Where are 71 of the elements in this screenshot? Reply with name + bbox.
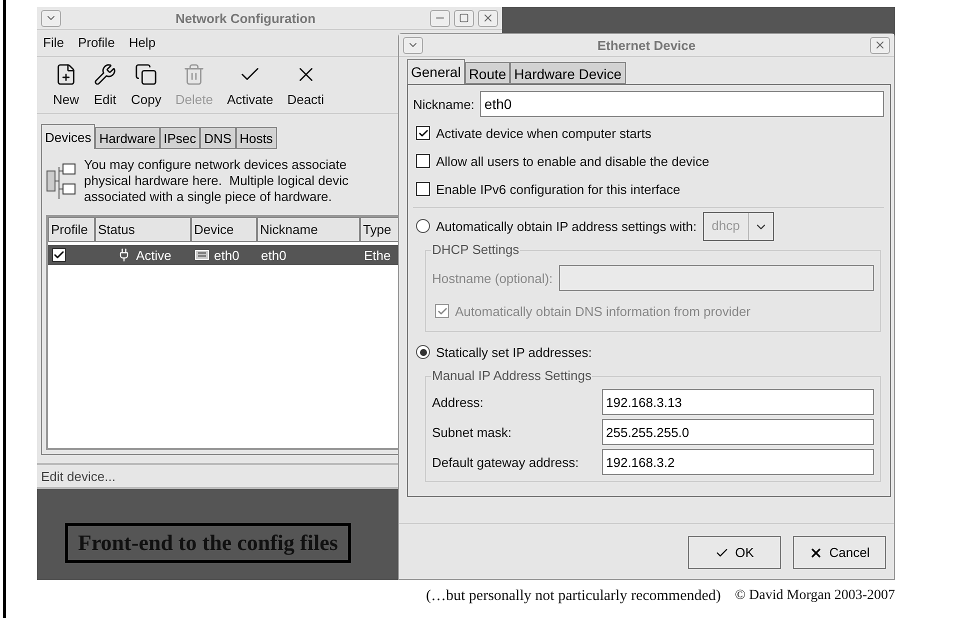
checkbox-label: Allow all users to enable and disable the device (436, 154, 710, 168)
field-label: Subnet mask: (432, 424, 512, 440)
checkbox[interactable] (416, 154, 430, 168)
toolbar-button[interactable]: Copy (125, 61, 168, 109)
checkbox-label: Automatically obtain DNS information from provider (455, 304, 751, 318)
status-text: Active (136, 248, 172, 262)
trash-icon (182, 63, 206, 86)
radio-label: Automatically obtain IP address settings with: (436, 218, 697, 234)
field-label: Address: (432, 394, 484, 410)
menu-item[interactable]: File (43, 35, 64, 51)
nickname-field[interactable]: eth0 (480, 91, 884, 117)
column-header[interactable]: Nickname (257, 217, 360, 242)
tab[interactable]: Hosts (236, 127, 277, 149)
cancel-button[interactable]: Cancel (793, 536, 886, 569)
menu-item[interactable]: Help (128, 35, 156, 51)
copyright-text: © David Morgan 2003-2007 (734, 588, 895, 605)
tab[interactable]: Hardware (95, 127, 160, 149)
field-label: Hostname (optional): (432, 270, 553, 286)
ip-field[interactable]: 255.255.255.0 (602, 419, 874, 445)
checkbox[interactable] (416, 182, 430, 196)
checkbox-label: Activate device when computer starts (436, 126, 652, 140)
radio-button[interactable] (416, 219, 430, 233)
close-icon (809, 546, 824, 560)
type-text: Ethe (364, 248, 391, 262)
dialog-title: Ethernet Device (596, 38, 697, 52)
info-text: physical hardware here. Multiple logical devic (84, 173, 348, 189)
tab[interactable]: Route (464, 62, 510, 84)
info-text: You may configure network devices associate (84, 157, 348, 173)
nickname-text: eth0 (261, 248, 286, 262)
field-label: Nickname: (413, 96, 474, 112)
checkbox[interactable] (416, 126, 430, 140)
tab[interactable]: DNS (200, 127, 236, 149)
maximize-icon[interactable] (454, 10, 474, 26)
window-menu-icon[interactable] (403, 36, 423, 54)
tab[interactable]: Hardware Device (510, 62, 626, 84)
toolbar-button[interactable]: Deacti (281, 61, 330, 109)
group-title: DHCP Settings (431, 242, 520, 257)
close-icon[interactable] (478, 10, 498, 26)
tab[interactable]: IPsec (160, 127, 200, 149)
ip-field[interactable]: 192.168.3.13 (602, 389, 874, 415)
minimize-icon[interactable] (430, 10, 450, 26)
toolbar-button[interactable]: New (47, 61, 86, 109)
callout-text: Front-end to the config files (65, 523, 351, 563)
menu-item[interactable]: Profile (78, 35, 115, 51)
check-icon (418, 128, 428, 138)
device-text: eth0 (214, 248, 240, 262)
group-title: Manual IP Address Settings (431, 368, 592, 383)
close-icon[interactable] (870, 36, 890, 54)
footer-note: (…but personally not particularly recommended) (426, 588, 721, 605)
check-icon (436, 306, 448, 316)
radio-label: Statically set IP addresses: (436, 344, 592, 360)
toolbar-button[interactable]: Activate (220, 61, 280, 109)
column-header[interactable]: Device (191, 217, 257, 242)
ip-field[interactable]: 192.168.3.2 (602, 449, 874, 475)
radio-button[interactable] (416, 345, 430, 359)
window-title: Network Configuration (174, 10, 317, 26)
checkbox-label: Enable IPv6 configuration for this interface (436, 182, 680, 196)
plug-icon (117, 248, 131, 262)
toolbar-button[interactable]: Edit (87, 61, 124, 109)
network-card-icon (195, 249, 209, 261)
wrench-icon (93, 63, 118, 86)
tab[interactable]: Devices (41, 124, 96, 149)
window-menu-icon[interactable] (41, 10, 61, 26)
ok-button[interactable]: OK (688, 536, 781, 569)
column-header[interactable]: Profile (48, 217, 95, 242)
copy-icon (134, 63, 158, 86)
check-icon (53, 249, 65, 261)
profile-checkbox[interactable] (52, 248, 66, 262)
info-text: associated with a single piece of hardware. (84, 189, 333, 205)
tab[interactable]: General (407, 59, 465, 84)
column-header[interactable]: Status (95, 217, 191, 242)
